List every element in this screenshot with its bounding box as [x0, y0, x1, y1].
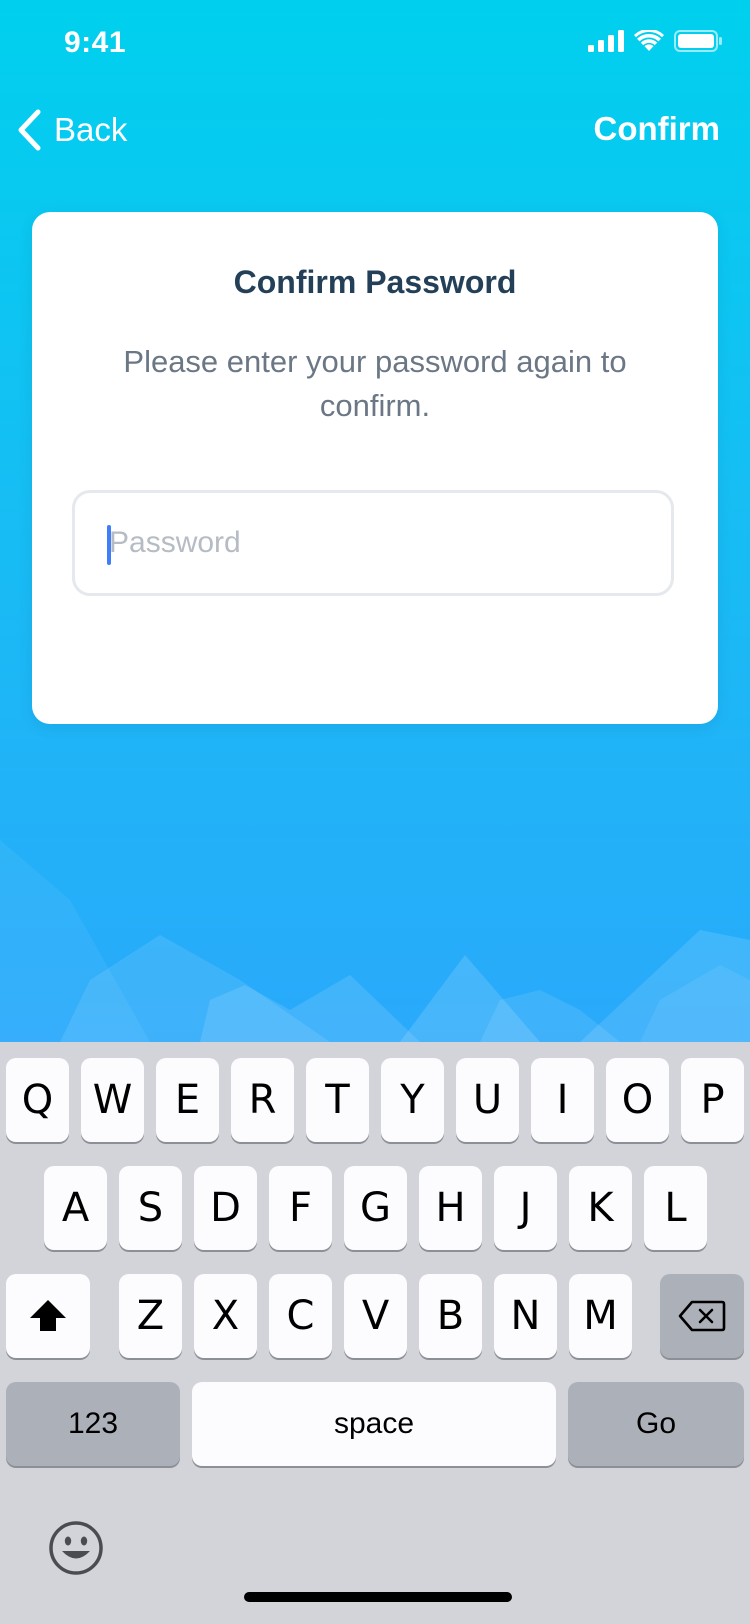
emoji-icon [49, 1521, 103, 1575]
key-x[interactable]: X [194, 1274, 257, 1358]
key-j[interactable]: J [494, 1166, 557, 1250]
battery-icon [674, 30, 722, 52]
confirm-button[interactable]: Confirm [594, 110, 721, 148]
key-d[interactable]: D [194, 1166, 257, 1250]
keyboard: Q W E R T Y U I O P A S D F G H J K L Z … [0, 1042, 750, 1624]
key-f[interactable]: F [269, 1166, 332, 1250]
key-a[interactable]: A [44, 1166, 107, 1250]
status-time: 9:41 [64, 26, 127, 59]
key-c[interactable]: C [269, 1274, 332, 1358]
status-bar: 9:41 [0, 0, 750, 92]
key-s[interactable]: S [119, 1166, 182, 1250]
navigation-bar: Back Confirm [0, 92, 750, 172]
key-e[interactable]: E [156, 1058, 219, 1142]
key-r[interactable]: R [231, 1058, 294, 1142]
key-b[interactable]: B [419, 1274, 482, 1358]
key-l[interactable]: L [644, 1166, 707, 1250]
key-y[interactable]: Y [381, 1058, 444, 1142]
key-v[interactable]: V [344, 1274, 407, 1358]
key-g[interactable]: G [344, 1166, 407, 1250]
delete-icon [678, 1300, 726, 1332]
card-subtitle: Please enter your password again to conf… [123, 344, 627, 423]
key-p[interactable]: P [681, 1058, 744, 1142]
key-o[interactable]: O [606, 1058, 669, 1142]
confirm-password-card: Confirm Password Please enter your passw… [32, 212, 718, 724]
shift-key[interactable] [6, 1274, 90, 1358]
key-w[interactable]: W [81, 1058, 144, 1142]
numbers-key[interactable]: 123 [6, 1382, 180, 1466]
password-input[interactable] [109, 493, 649, 593]
back-label: Back [54, 111, 128, 148]
home-indicator[interactable] [244, 1592, 512, 1602]
key-q[interactable]: Q [6, 1058, 69, 1142]
key-u[interactable]: U [456, 1058, 519, 1142]
key-n[interactable]: N [494, 1274, 557, 1358]
key-h[interactable]: H [419, 1166, 482, 1250]
key-k[interactable]: K [569, 1166, 632, 1250]
go-key[interactable]: Go [568, 1382, 744, 1466]
key-i[interactable]: I [531, 1058, 594, 1142]
back-button[interactable]: Back [16, 108, 127, 152]
emoji-button[interactable] [48, 1520, 104, 1576]
chevron-left-icon [18, 109, 41, 151]
shift-icon [30, 1300, 66, 1331]
status-icons [588, 30, 722, 52]
password-field[interactable] [72, 490, 674, 596]
signal-icon [588, 30, 624, 52]
space-key[interactable]: space [192, 1382, 556, 1466]
card-title: Confirm Password [233, 264, 517, 300]
wifi-icon [634, 30, 664, 51]
key-t[interactable]: T [306, 1058, 369, 1142]
key-m[interactable]: M [569, 1274, 632, 1358]
key-z[interactable]: Z [119, 1274, 182, 1358]
delete-key[interactable] [660, 1274, 744, 1358]
